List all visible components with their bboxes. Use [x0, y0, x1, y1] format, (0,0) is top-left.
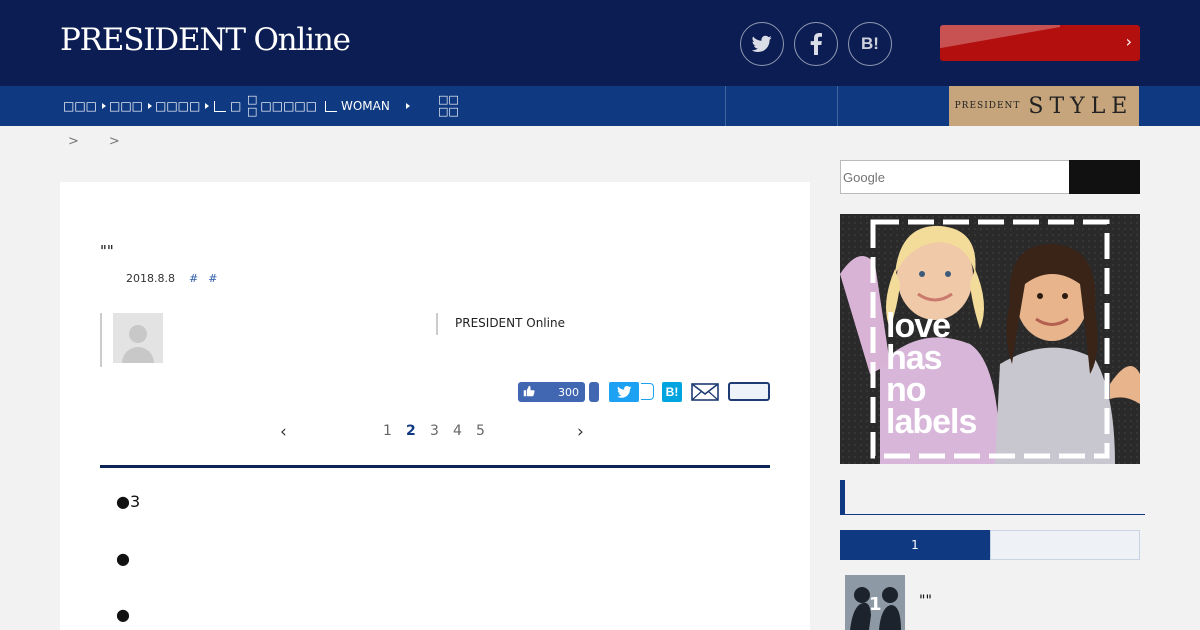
ad-photo — [840, 214, 1140, 464]
nav-item-2[interactable]: □□□ — [109, 86, 153, 126]
nav-item-5[interactable]: □ □ □□□□□ — [247, 86, 317, 126]
article-meta: 2018.8.8 # # — [126, 272, 217, 285]
caret-right-icon — [148, 103, 153, 109]
tweet-button[interactable] — [609, 382, 639, 402]
toc-item[interactable]: ●3 — [116, 492, 140, 511]
breadcrumb-separator: > — [108, 134, 120, 149]
ranking-number: 1 — [869, 594, 882, 615]
like-count: 300 — [558, 385, 579, 399]
caret-right-icon — [205, 103, 210, 109]
author-divider — [436, 313, 438, 335]
style-banner-big: STYLE — [1028, 93, 1134, 119]
article-divider — [100, 465, 770, 468]
caret-right-icon — [405, 103, 410, 109]
ranking-tab-active[interactable]: 1 — [840, 530, 990, 560]
mail-icon — [691, 383, 719, 401]
avatar — [113, 313, 163, 363]
article-tag[interactable]: # — [189, 272, 198, 285]
hatena-bookmark-button[interactable]: B! — [848, 22, 892, 66]
hatena-bookmark-share-button[interactable]: B! — [662, 382, 682, 402]
pagination: ‹ 1 2 3 4 5 › — [280, 422, 600, 442]
flag-icon — [214, 100, 226, 112]
style-banner-small: PRESIDENT — [954, 101, 1021, 111]
facebook-share-button[interactable] — [589, 382, 599, 402]
article-title: "" — [100, 242, 114, 260]
search-button[interactable] — [1069, 160, 1140, 194]
author-box: PRESIDENT Online — [100, 313, 770, 367]
save-button[interactable] — [728, 382, 770, 401]
thumbs-up-icon — [523, 385, 535, 400]
nav-item-woman[interactable]: WOMAN — [325, 86, 410, 126]
nav-item-stacked-label: □ □ — [247, 93, 258, 118]
ranking-item-title[interactable]: "" — [919, 593, 932, 609]
nav-item-label: □□□□□ — [260, 99, 318, 113]
nav-item-7[interactable]: □□ □□ — [438, 86, 462, 126]
facebook-button[interactable] — [794, 22, 838, 66]
chevron-right-icon[interactable]: › — [577, 422, 584, 442]
breadcrumb-separator: > — [68, 134, 79, 149]
page-link[interactable]: 3 — [430, 423, 439, 439]
article-tag[interactable]: # — [208, 272, 217, 285]
nav-item-1[interactable]: □□□ — [63, 86, 107, 126]
chevron-right-icon: › — [1125, 32, 1132, 51]
toc-item[interactable]: ● — [116, 605, 130, 624]
nav-item-label: □□□ — [109, 99, 144, 113]
chevron-left-icon[interactable]: ‹ — [280, 422, 287, 442]
twitter-icon — [616, 386, 631, 398]
page-link[interactable]: 5 — [476, 423, 485, 439]
article-card: "" 2018.8.8 # # PRESIDENT Online 300 B! — [60, 182, 810, 630]
ranking-header — [840, 480, 1145, 515]
facebook-like-button[interactable]: 300 — [518, 382, 585, 402]
ranking-tab[interactable] — [990, 530, 1140, 560]
mail-share-button[interactable] — [691, 383, 719, 401]
nav-divider — [837, 86, 838, 126]
nav-item-label: □□□□ — [155, 99, 201, 113]
site-logo[interactable]: PRESIDENT Online — [60, 22, 351, 58]
subscribe-button[interactable]: › — [940, 25, 1140, 61]
page-link[interactable]: 4 — [453, 423, 462, 439]
author-source: PRESIDENT Online — [455, 316, 565, 330]
flag-icon — [325, 100, 337, 112]
caret-right-icon — [102, 103, 107, 109]
breadcrumb: > > — [68, 134, 120, 149]
article-date: 2018.8.8 — [126, 272, 175, 285]
search-input[interactable] — [840, 160, 1070, 194]
page-link-current[interactable]: 2 — [406, 423, 416, 439]
nav-item-label: □□□ — [63, 99, 98, 113]
ranking-thumbnail[interactable]: 1 — [845, 575, 905, 630]
toc-item[interactable]: ● — [116, 549, 130, 568]
nav-item-label: WOMAN — [341, 99, 390, 113]
nav-item-3[interactable]: □□□□ — [155, 86, 210, 126]
hatena-icon: B! — [665, 385, 679, 399]
advertisement-banner[interactable]: love has no labels — [840, 214, 1140, 464]
ad-headline: love has no labels — [886, 307, 977, 441]
nav-item-label: □ — [230, 99, 242, 113]
nav-item-stacked-label: □□ □□ — [438, 93, 459, 118]
page-link[interactable]: 1 — [383, 423, 392, 439]
twitter-button[interactable] — [740, 22, 784, 66]
facebook-icon — [810, 33, 822, 55]
tweet-count-bubble — [641, 383, 654, 400]
twitter-icon — [752, 35, 772, 52]
site-header: PRESIDENT Online B! › — [0, 0, 1200, 86]
president-style-banner[interactable]: PRESIDENT STYLE — [949, 86, 1139, 126]
hatena-icon: B! — [861, 34, 879, 53]
nav-item-4[interactable]: □ — [214, 86, 241, 126]
nav-divider — [725, 86, 726, 126]
